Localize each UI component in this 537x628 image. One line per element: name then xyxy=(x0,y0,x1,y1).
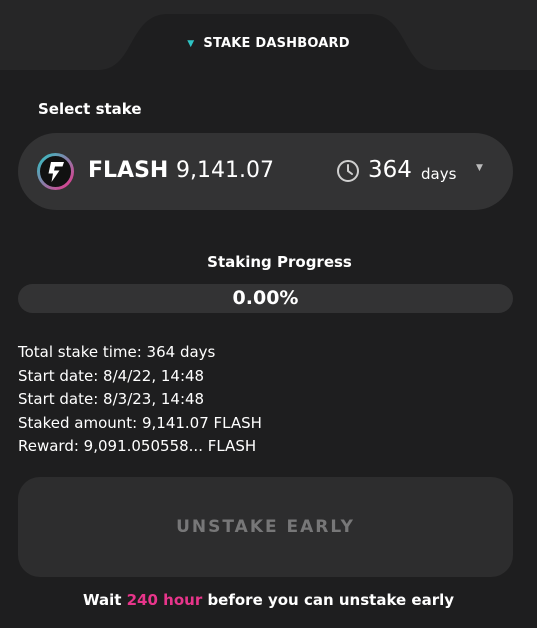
stake-amount: 9,141.07 xyxy=(176,158,274,183)
staked-amount: Staked amount: 9,141.07 FLASH xyxy=(18,413,262,432)
stake-days-value: 364 xyxy=(368,157,412,183)
tab-shape xyxy=(98,14,439,70)
wait-prefix: Wait xyxy=(82,591,127,609)
reward-amount: Reward: 9,091.050558... FLASH xyxy=(18,437,257,455)
tab-stake-dashboard-label: STAKE DASHBOARD xyxy=(203,36,350,51)
flash-token-logo xyxy=(37,153,74,190)
staking-progress-title: Staking Progress xyxy=(207,253,352,271)
stake-info: Total stake time: 364 days Start date: 8… xyxy=(18,341,262,459)
clock-icon xyxy=(337,160,359,182)
unstake-early-button[interactable]: UNSTAKE EARLY xyxy=(18,477,513,577)
unstake-wait-notice: Wait 240 hour before you can unstake ear… xyxy=(0,591,537,609)
wait-hours-highlight: 240 hour xyxy=(126,591,203,609)
token-name: FLASH xyxy=(88,158,169,183)
start-date: Start date: 8/4/22, 14:48 xyxy=(18,366,205,385)
staking-progress-bar: 0.00% xyxy=(18,284,513,313)
wait-suffix: before you can unstake early xyxy=(202,591,455,609)
chevron-down-icon[interactable]: ▼ xyxy=(476,163,483,173)
stake-days-unit: days xyxy=(421,165,457,183)
staking-progress-value: 0.00% xyxy=(232,287,299,309)
stake-select-dropdown[interactable]: FLASH 9,141.07 364 days ▼ xyxy=(18,133,513,210)
tab-stake-dashboard[interactable]: ▼ STAKE DASHBOARD xyxy=(0,36,537,51)
end-date: Start date: 8/3/23, 14:48 xyxy=(18,390,205,408)
top-bar: ▼ STAKE DASHBOARD xyxy=(0,0,537,70)
caret-down-icon: ▼ xyxy=(187,39,195,49)
total-stake-time: Total stake time: 364 days xyxy=(18,343,216,361)
select-stake-label: Select stake xyxy=(38,100,142,118)
